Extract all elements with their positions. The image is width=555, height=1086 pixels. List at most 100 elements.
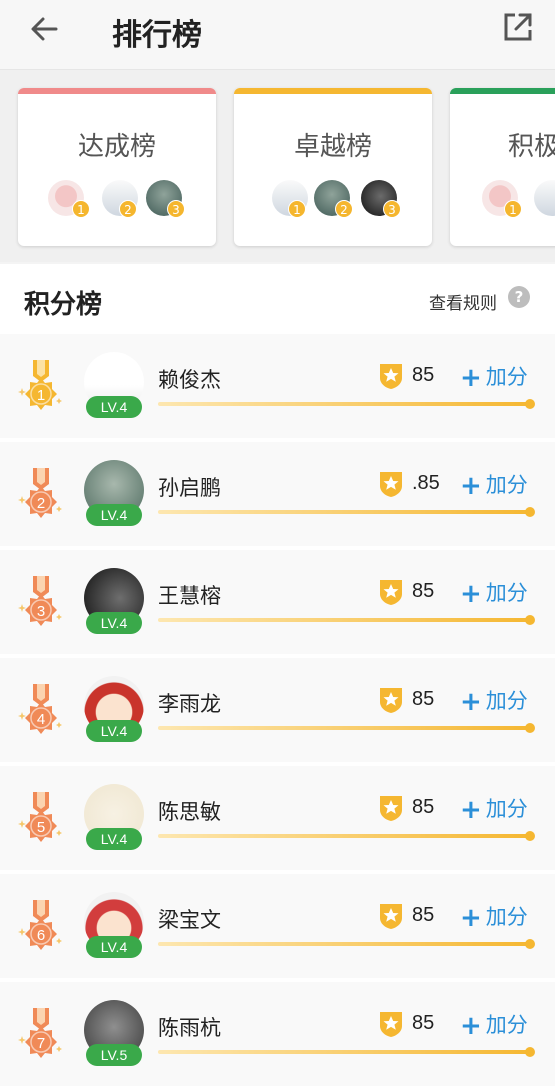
star-shield-icon: [380, 796, 402, 821]
help-icon[interactable]: ?: [508, 286, 530, 308]
plus-icon: +: [460, 795, 482, 825]
card-accent-bar: [234, 88, 432, 94]
score-value: 85: [412, 904, 435, 926]
plus-icon: +: [460, 363, 482, 393]
level-badge: LV.4: [86, 504, 142, 526]
score-value: .85: [412, 472, 440, 494]
score-value: 85: [412, 796, 435, 818]
rank-badge: 1: [504, 200, 522, 218]
progress-end-dot: [525, 939, 535, 949]
board-name: 达成榜: [77, 132, 156, 162]
rank-badge: 2: [119, 200, 137, 218]
plus-icon: +: [460, 1011, 482, 1041]
user-name: 陈思敏: [158, 800, 221, 824]
level-badge: LV.4: [86, 828, 142, 850]
board-card-dacheng[interactable]: 达成榜 1 2 3: [18, 88, 216, 246]
add-points-label: 加分: [485, 905, 528, 929]
top-three-avatars: 1: [450, 180, 555, 220]
rank-medal-icon: 3: [18, 576, 62, 626]
board-carousel[interactable]: 达成榜 1 2 3 卓越榜 1 2 3 积极榜 1: [0, 70, 555, 262]
top-three-avatars: 1 2 3: [18, 180, 216, 220]
star-shield-icon: [380, 364, 402, 389]
rank-badge: 3: [383, 200, 401, 218]
card-accent-bar: [450, 88, 555, 94]
progress-end-dot: [525, 399, 535, 409]
section-title: 积分榜: [24, 290, 103, 320]
page-title: 排行榜: [112, 18, 202, 53]
user-name: 赖俊杰: [158, 368, 221, 392]
leaderboard-row[interactable]: 2 LV.4 孙启鹏 .85 + 加分: [0, 442, 555, 546]
level-badge: LV.4: [86, 612, 142, 634]
rank-medal-icon: 4: [18, 684, 62, 734]
score-value: 85: [412, 1012, 435, 1034]
avatar: [534, 180, 555, 216]
leaderboard-row[interactable]: 3 LV.4 王慧榕 85 + 加分: [0, 550, 555, 654]
add-points-label: 加分: [485, 1013, 528, 1037]
top-three-avatars: 1 2 3: [234, 180, 432, 220]
score-value: 85: [412, 580, 435, 602]
score-value: 85: [412, 364, 435, 386]
user-name: 梁宝文: [158, 908, 221, 932]
rank-medal-icon: 7: [18, 1008, 62, 1058]
add-points-button[interactable]: + 加分: [460, 469, 528, 501]
star-shield-icon: [380, 688, 402, 713]
add-points-label: 加分: [485, 365, 528, 389]
rank-number: 4: [37, 711, 45, 728]
add-points-button[interactable]: + 加分: [460, 793, 528, 825]
rank-number: 3: [37, 603, 45, 620]
level-badge: LV.4: [86, 720, 142, 742]
rank-medal-icon: 5: [18, 792, 62, 842]
score-progress-bar: [158, 399, 535, 409]
score-progress-bar: [158, 831, 535, 841]
add-points-label: 加分: [485, 689, 528, 713]
points-leaderboard: 积分榜 查看规则 ? 1 LV.4 赖俊杰 85 + 加分 2 LV.4 孙启鹏…: [0, 264, 555, 1086]
add-points-button[interactable]: + 加分: [460, 577, 528, 609]
rank-badge: 1: [288, 200, 306, 218]
star-shield-icon: [380, 472, 402, 497]
score-progress-bar: [158, 723, 535, 733]
rank-badge: 3: [167, 200, 185, 218]
add-points-label: 加分: [485, 473, 528, 497]
progress-end-dot: [525, 831, 535, 841]
board-name: 积极榜: [508, 132, 555, 162]
score-progress-bar: [158, 1047, 535, 1057]
plus-icon: +: [460, 471, 482, 501]
progress-end-dot: [525, 507, 535, 517]
score-progress-bar: [158, 615, 535, 625]
leaderboard-row[interactable]: 4 LV.4 李雨龙 85 + 加分: [0, 658, 555, 762]
progress-end-dot: [525, 615, 535, 625]
level-badge: LV.5: [86, 1044, 142, 1066]
rank-number: 7: [37, 1035, 45, 1052]
add-points-button[interactable]: + 加分: [460, 901, 528, 933]
score-progress-bar: [158, 939, 535, 949]
rank-medal-icon: 2: [18, 468, 62, 518]
add-points-button[interactable]: + 加分: [460, 361, 528, 393]
plus-icon: +: [460, 903, 482, 933]
star-shield-icon: [380, 580, 402, 605]
user-name: 王慧榕: [158, 584, 221, 608]
rank-number: 6: [37, 927, 45, 944]
rank-number: 5: [37, 819, 45, 836]
leaderboard-row[interactable]: 6 LV.4 梁宝文 85 + 加分: [0, 874, 555, 978]
board-card-zhuoyue[interactable]: 卓越榜 1 2 3: [234, 88, 432, 246]
add-points-label: 加分: [485, 797, 528, 821]
score-progress-bar: [158, 507, 535, 517]
star-shield-icon: [380, 904, 402, 929]
rank-number: 1: [37, 387, 45, 404]
board-card-jiji[interactable]: 积极榜 1: [450, 88, 555, 246]
view-rules-link[interactable]: 查看规则: [429, 289, 497, 314]
plus-icon: +: [460, 579, 482, 609]
leaderboard-row[interactable]: 1 LV.4 赖俊杰 85 + 加分: [0, 334, 555, 438]
level-badge: LV.4: [86, 396, 142, 418]
leaderboard-row[interactable]: 7 LV.5 陈雨杭 85 + 加分: [0, 982, 555, 1086]
add-points-button[interactable]: + 加分: [460, 685, 528, 717]
score-value: 85: [412, 688, 435, 710]
rank-medal-icon: 6: [18, 900, 62, 950]
plus-icon: +: [460, 687, 482, 717]
arrow-left-icon[interactable]: [28, 12, 62, 46]
add-points-button[interactable]: + 加分: [460, 1009, 528, 1041]
share-external-icon[interactable]: [501, 10, 535, 44]
leaderboard-row[interactable]: 5 LV.4 陈思敏 85 + 加分: [0, 766, 555, 870]
card-accent-bar: [18, 88, 216, 94]
user-name: 李雨龙: [158, 692, 221, 716]
